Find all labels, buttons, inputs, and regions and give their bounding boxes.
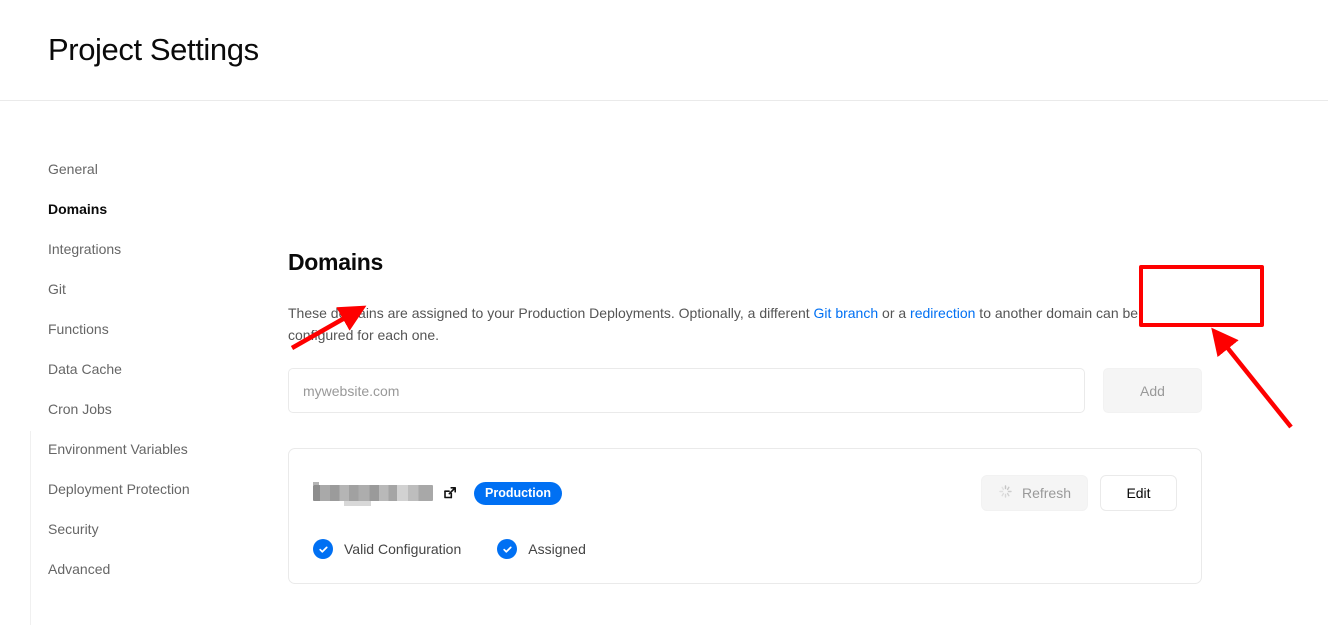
domain-name-redacted: [313, 482, 433, 506]
sidebar-item-integrations[interactable]: Integrations: [48, 241, 288, 257]
sidebar-item-deployment-protection[interactable]: Deployment Protection: [48, 481, 288, 497]
status-label: Assigned: [528, 541, 586, 557]
domain-card-actions: Refresh Edit: [980, 475, 1177, 511]
domain-card-header: Production Refresh Edit: [313, 475, 1177, 511]
sidebar-item-functions[interactable]: Functions: [48, 321, 288, 337]
domain-status-list: Valid Configuration Assigned: [313, 539, 1177, 559]
redirection-link[interactable]: redirection: [910, 305, 975, 321]
sidebar-divider: [30, 431, 31, 625]
git-branch-link[interactable]: Git branch: [814, 305, 879, 321]
domain-card: Production Refresh Edit Valid Configurat…: [288, 448, 1202, 584]
sidebar-item-security[interactable]: Security: [48, 521, 288, 537]
main-content: Domains These domains are assigned to yo…: [288, 101, 1328, 584]
page-body: General Domains Integrations Git Functio…: [0, 101, 1328, 625]
section-title: Domains: [288, 249, 384, 275]
domain-input[interactable]: [288, 368, 1085, 413]
settings-sidebar: General Domains Integrations Git Functio…: [0, 101, 288, 625]
edit-button[interactable]: Edit: [1100, 475, 1177, 511]
sidebar-item-environment-variables[interactable]: Environment Variables: [48, 441, 288, 457]
sidebar-item-git[interactable]: Git: [48, 281, 288, 297]
description-part-1: These domains are assigned to your Produ…: [288, 305, 814, 321]
spinner-icon: [998, 484, 1013, 502]
page-header: Project Settings: [0, 0, 1328, 101]
check-circle-icon: [313, 539, 333, 559]
domain-identity: Production: [313, 481, 562, 506]
sidebar-item-advanced[interactable]: Advanced: [48, 561, 288, 577]
status-label: Valid Configuration: [344, 541, 462, 557]
check-circle-icon: [497, 539, 518, 559]
sidebar-item-domains[interactable]: Domains: [48, 201, 288, 217]
add-domain-row: Add: [288, 368, 1202, 413]
refresh-button-label: Refresh: [1021, 485, 1071, 501]
external-link-icon[interactable]: [442, 485, 458, 501]
sidebar-item-cron-jobs[interactable]: Cron Jobs: [48, 401, 288, 417]
sidebar-item-data-cache[interactable]: Data Cache: [48, 361, 288, 377]
refresh-button[interactable]: Refresh: [980, 475, 1088, 511]
status-valid-configuration: Valid Configuration: [313, 539, 461, 559]
description-part-2: or a: [878, 305, 911, 321]
production-badge: Production: [474, 481, 562, 505]
section-description: These domains are assigned to your Produ…: [288, 302, 1178, 346]
sidebar-item-general[interactable]: General: [48, 161, 288, 177]
page-title: Project Settings: [48, 32, 259, 67]
status-assigned: Assigned: [497, 539, 586, 559]
add-button[interactable]: Add: [1103, 368, 1202, 413]
project-settings-page: Project Settings General Domains Integra…: [0, 0, 1328, 625]
